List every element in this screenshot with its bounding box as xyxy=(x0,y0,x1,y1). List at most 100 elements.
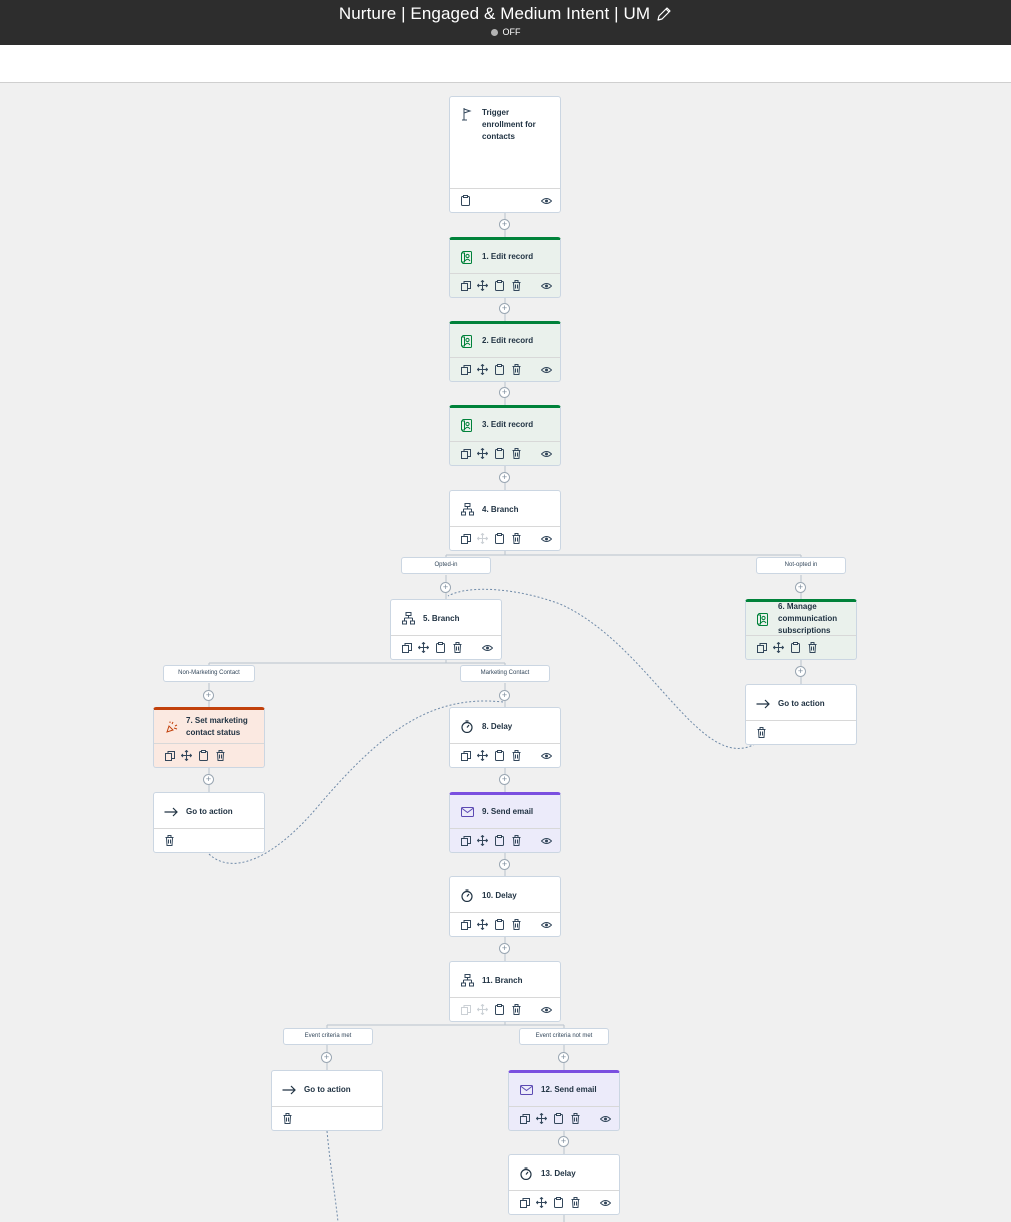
go-to-action-card-6[interactable]: Go to action xyxy=(745,684,857,745)
trash-icon[interactable] xyxy=(756,727,767,738)
copy-icon[interactable] xyxy=(401,642,412,653)
copy-icon[interactable] xyxy=(164,750,175,761)
branch-label-opted-in[interactable]: Opted-in xyxy=(401,557,491,574)
clipboard-icon[interactable] xyxy=(494,448,505,459)
add-action-button[interactable]: + xyxy=(795,582,806,593)
trash-icon[interactable] xyxy=(570,1197,581,1208)
move-icon[interactable] xyxy=(477,1004,488,1015)
copy-icon[interactable] xyxy=(460,750,471,761)
move-icon[interactable] xyxy=(477,448,488,459)
clipboard-icon[interactable] xyxy=(553,1197,564,1208)
add-action-button[interactable]: + xyxy=(499,387,510,398)
copy-icon[interactable] xyxy=(460,448,471,459)
delay-card-10[interactable]: 10. Delay xyxy=(449,876,561,937)
branch-label-marketing[interactable]: Marketing Contact xyxy=(460,665,550,682)
clipboard-icon[interactable] xyxy=(494,1004,505,1015)
trash-icon[interactable] xyxy=(807,642,818,653)
trash-icon[interactable] xyxy=(511,1004,522,1015)
clipboard-icon[interactable] xyxy=(494,919,505,930)
move-icon[interactable] xyxy=(477,364,488,375)
add-action-button[interactable]: + xyxy=(440,582,451,593)
trash-icon[interactable] xyxy=(511,750,522,761)
edit-record-card-3[interactable]: 3. Edit record xyxy=(449,405,561,466)
branch-label-event-met[interactable]: Event criteria met xyxy=(283,1028,373,1045)
clipboard-icon[interactable] xyxy=(790,642,801,653)
trash-icon[interactable] xyxy=(511,533,522,544)
send-email-card-9[interactable]: 9. Send email xyxy=(449,792,561,853)
move-icon[interactable] xyxy=(477,750,488,761)
add-action-button[interactable]: + xyxy=(499,472,510,483)
add-action-button[interactable]: + xyxy=(558,1136,569,1147)
trash-icon[interactable] xyxy=(511,364,522,375)
add-action-button[interactable]: + xyxy=(499,219,510,230)
add-action-button[interactable]: + xyxy=(321,1052,332,1063)
delay-card-8[interactable]: 8. Delay xyxy=(449,707,561,768)
add-action-button[interactable]: + xyxy=(499,859,510,870)
edit-record-card-2[interactable]: 2. Edit record xyxy=(449,321,561,382)
copy-icon[interactable] xyxy=(460,533,471,544)
clipboard-icon[interactable] xyxy=(553,1113,564,1124)
clipboard-icon[interactable] xyxy=(494,280,505,291)
move-icon[interactable] xyxy=(536,1197,547,1208)
branch-card-5[interactable]: 5. Branch xyxy=(390,599,502,660)
add-action-button[interactable]: + xyxy=(499,774,510,785)
add-action-button[interactable]: + xyxy=(795,666,806,677)
eye-icon[interactable] xyxy=(541,1004,552,1015)
eye-icon[interactable] xyxy=(541,835,552,846)
copy-icon[interactable] xyxy=(460,1004,471,1015)
trash-icon[interactable] xyxy=(282,1113,293,1124)
workflow-title[interactable]: Nurture | Engaged & Medium Intent | UM xyxy=(339,4,650,24)
branch-card-11[interactable]: 11. Branch xyxy=(449,961,561,1022)
trash-icon[interactable] xyxy=(511,835,522,846)
move-icon[interactable] xyxy=(477,280,488,291)
add-action-button[interactable]: + xyxy=(203,690,214,701)
clipboard-icon[interactable] xyxy=(494,364,505,375)
add-action-button[interactable]: + xyxy=(558,1052,569,1063)
branch-label-non-marketing[interactable]: Non-Marketing Contact xyxy=(163,665,255,682)
trash-icon[interactable] xyxy=(570,1113,581,1124)
clipboard-icon[interactable] xyxy=(494,533,505,544)
clipboard-icon[interactable] xyxy=(494,750,505,761)
eye-icon[interactable] xyxy=(600,1113,611,1124)
branch-label-not-opted-in[interactable]: Not-opted in xyxy=(756,557,846,574)
add-action-button[interactable]: + xyxy=(499,690,510,701)
clipboard-icon[interactable] xyxy=(460,195,471,206)
copy-icon[interactable] xyxy=(460,364,471,375)
add-action-button[interactable]: + xyxy=(499,943,510,954)
eye-icon[interactable] xyxy=(541,195,552,206)
go-to-action-card-11[interactable]: Go to action xyxy=(271,1070,383,1131)
subscriptions-card-6[interactable]: 6. Manage communication subscriptions xyxy=(745,599,857,660)
eye-icon[interactable] xyxy=(600,1197,611,1208)
copy-icon[interactable] xyxy=(460,919,471,930)
copy-icon[interactable] xyxy=(460,280,471,291)
delay-card-13[interactable]: 13. Delay xyxy=(508,1154,620,1215)
eye-icon[interactable] xyxy=(541,448,552,459)
status-label[interactable]: OFF xyxy=(503,27,521,37)
edit-record-card-1[interactable]: 1. Edit record xyxy=(449,237,561,298)
eye-icon[interactable] xyxy=(541,750,552,761)
copy-icon[interactable] xyxy=(519,1113,530,1124)
send-email-card-12[interactable]: 12. Send email xyxy=(508,1070,620,1131)
clipboard-icon[interactable] xyxy=(435,642,446,653)
trash-icon[interactable] xyxy=(511,448,522,459)
trash-icon[interactable] xyxy=(164,835,175,846)
trash-icon[interactable] xyxy=(215,750,226,761)
eye-icon[interactable] xyxy=(541,280,552,291)
move-icon[interactable] xyxy=(477,533,488,544)
copy-icon[interactable] xyxy=(460,835,471,846)
move-icon[interactable] xyxy=(181,750,192,761)
clipboard-icon[interactable] xyxy=(198,750,209,761)
trash-icon[interactable] xyxy=(511,280,522,291)
move-icon[interactable] xyxy=(477,919,488,930)
copy-icon[interactable] xyxy=(756,642,767,653)
marketing-status-card-7[interactable]: 7. Set marketing contact status xyxy=(153,707,265,768)
move-icon[interactable] xyxy=(536,1113,547,1124)
add-action-button[interactable]: + xyxy=(203,774,214,785)
go-to-action-card-7[interactable]: Go to action xyxy=(153,792,265,853)
branch-label-event-not-met[interactable]: Event criteria not met xyxy=(519,1028,609,1045)
workflow-canvas[interactable]: + + + + + + + + + + + + + + + + Opted-in… xyxy=(0,84,1011,1222)
add-action-button[interactable]: + xyxy=(499,303,510,314)
move-icon[interactable] xyxy=(773,642,784,653)
trigger-card[interactable]: Trigger enrollment for contacts xyxy=(449,96,561,213)
move-icon[interactable] xyxy=(477,835,488,846)
